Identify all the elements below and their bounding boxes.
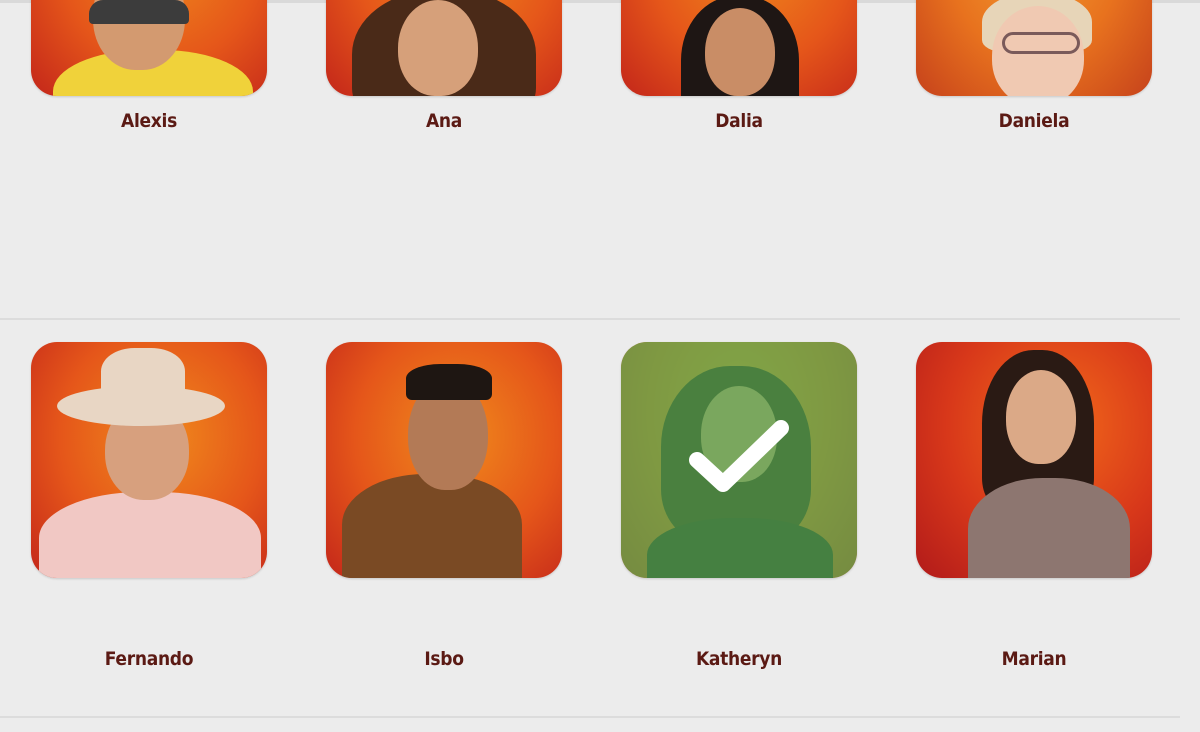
portrait-body [968, 478, 1130, 578]
contestant-card-alexis[interactable]: Alexis [31, 0, 267, 220]
contestant-row: Fernando Isbo Katheryn Marian [0, 342, 1200, 670]
checkmark-icon [689, 420, 789, 492]
contestant-card-isbo[interactable]: Isbo [326, 342, 562, 702]
contestant-card-ana[interactable]: Ana [326, 0, 562, 220]
contestant-card-dalia[interactable]: Dalia [621, 0, 857, 220]
cowboy-hat-crown [101, 348, 185, 406]
contestant-card-katheryn[interactable]: Katheryn [621, 342, 857, 702]
portrait-hair [406, 364, 492, 400]
glasses-icon [1002, 32, 1080, 54]
contestant-name: Daniela [998, 110, 1070, 132]
contestant-name: Isbo [424, 648, 464, 670]
row-divider [0, 318, 1180, 320]
contestant-card-marian[interactable]: Marian [916, 342, 1152, 702]
contestant-photo[interactable] [31, 0, 267, 96]
contestant-photo[interactable] [621, 342, 857, 578]
portrait-cap [89, 0, 189, 24]
contestant-grid-page: Alexis Ana Dalia Daniela Fernando Isbo K… [0, 0, 1200, 732]
contestant-name: Alexis [121, 110, 177, 132]
contestant-row: Alexis Ana Dalia Daniela [0, 0, 1200, 180]
contestant-name: Dalia [715, 110, 763, 132]
portrait-face [398, 0, 478, 96]
contestant-photo[interactable] [326, 0, 562, 96]
portrait-body [342, 474, 522, 578]
contestant-photo[interactable] [916, 0, 1152, 96]
contestant-name: Marian [1001, 648, 1067, 670]
contestant-photo[interactable] [326, 342, 562, 578]
portrait-face [705, 8, 775, 96]
contestant-photo[interactable] [621, 0, 857, 96]
portrait-body [39, 492, 261, 578]
contestant-card-daniela[interactable]: Daniela [916, 0, 1152, 220]
contestant-photo[interactable] [916, 342, 1152, 578]
contestant-photo[interactable] [31, 342, 267, 578]
row-divider [0, 716, 1180, 718]
contestant-name: Katheryn [695, 648, 783, 670]
portrait-face [1006, 370, 1076, 464]
contestant-name: Fernando [104, 648, 194, 670]
contestant-card-fernando[interactable]: Fernando [31, 342, 267, 702]
contestant-name: Ana [425, 110, 463, 132]
